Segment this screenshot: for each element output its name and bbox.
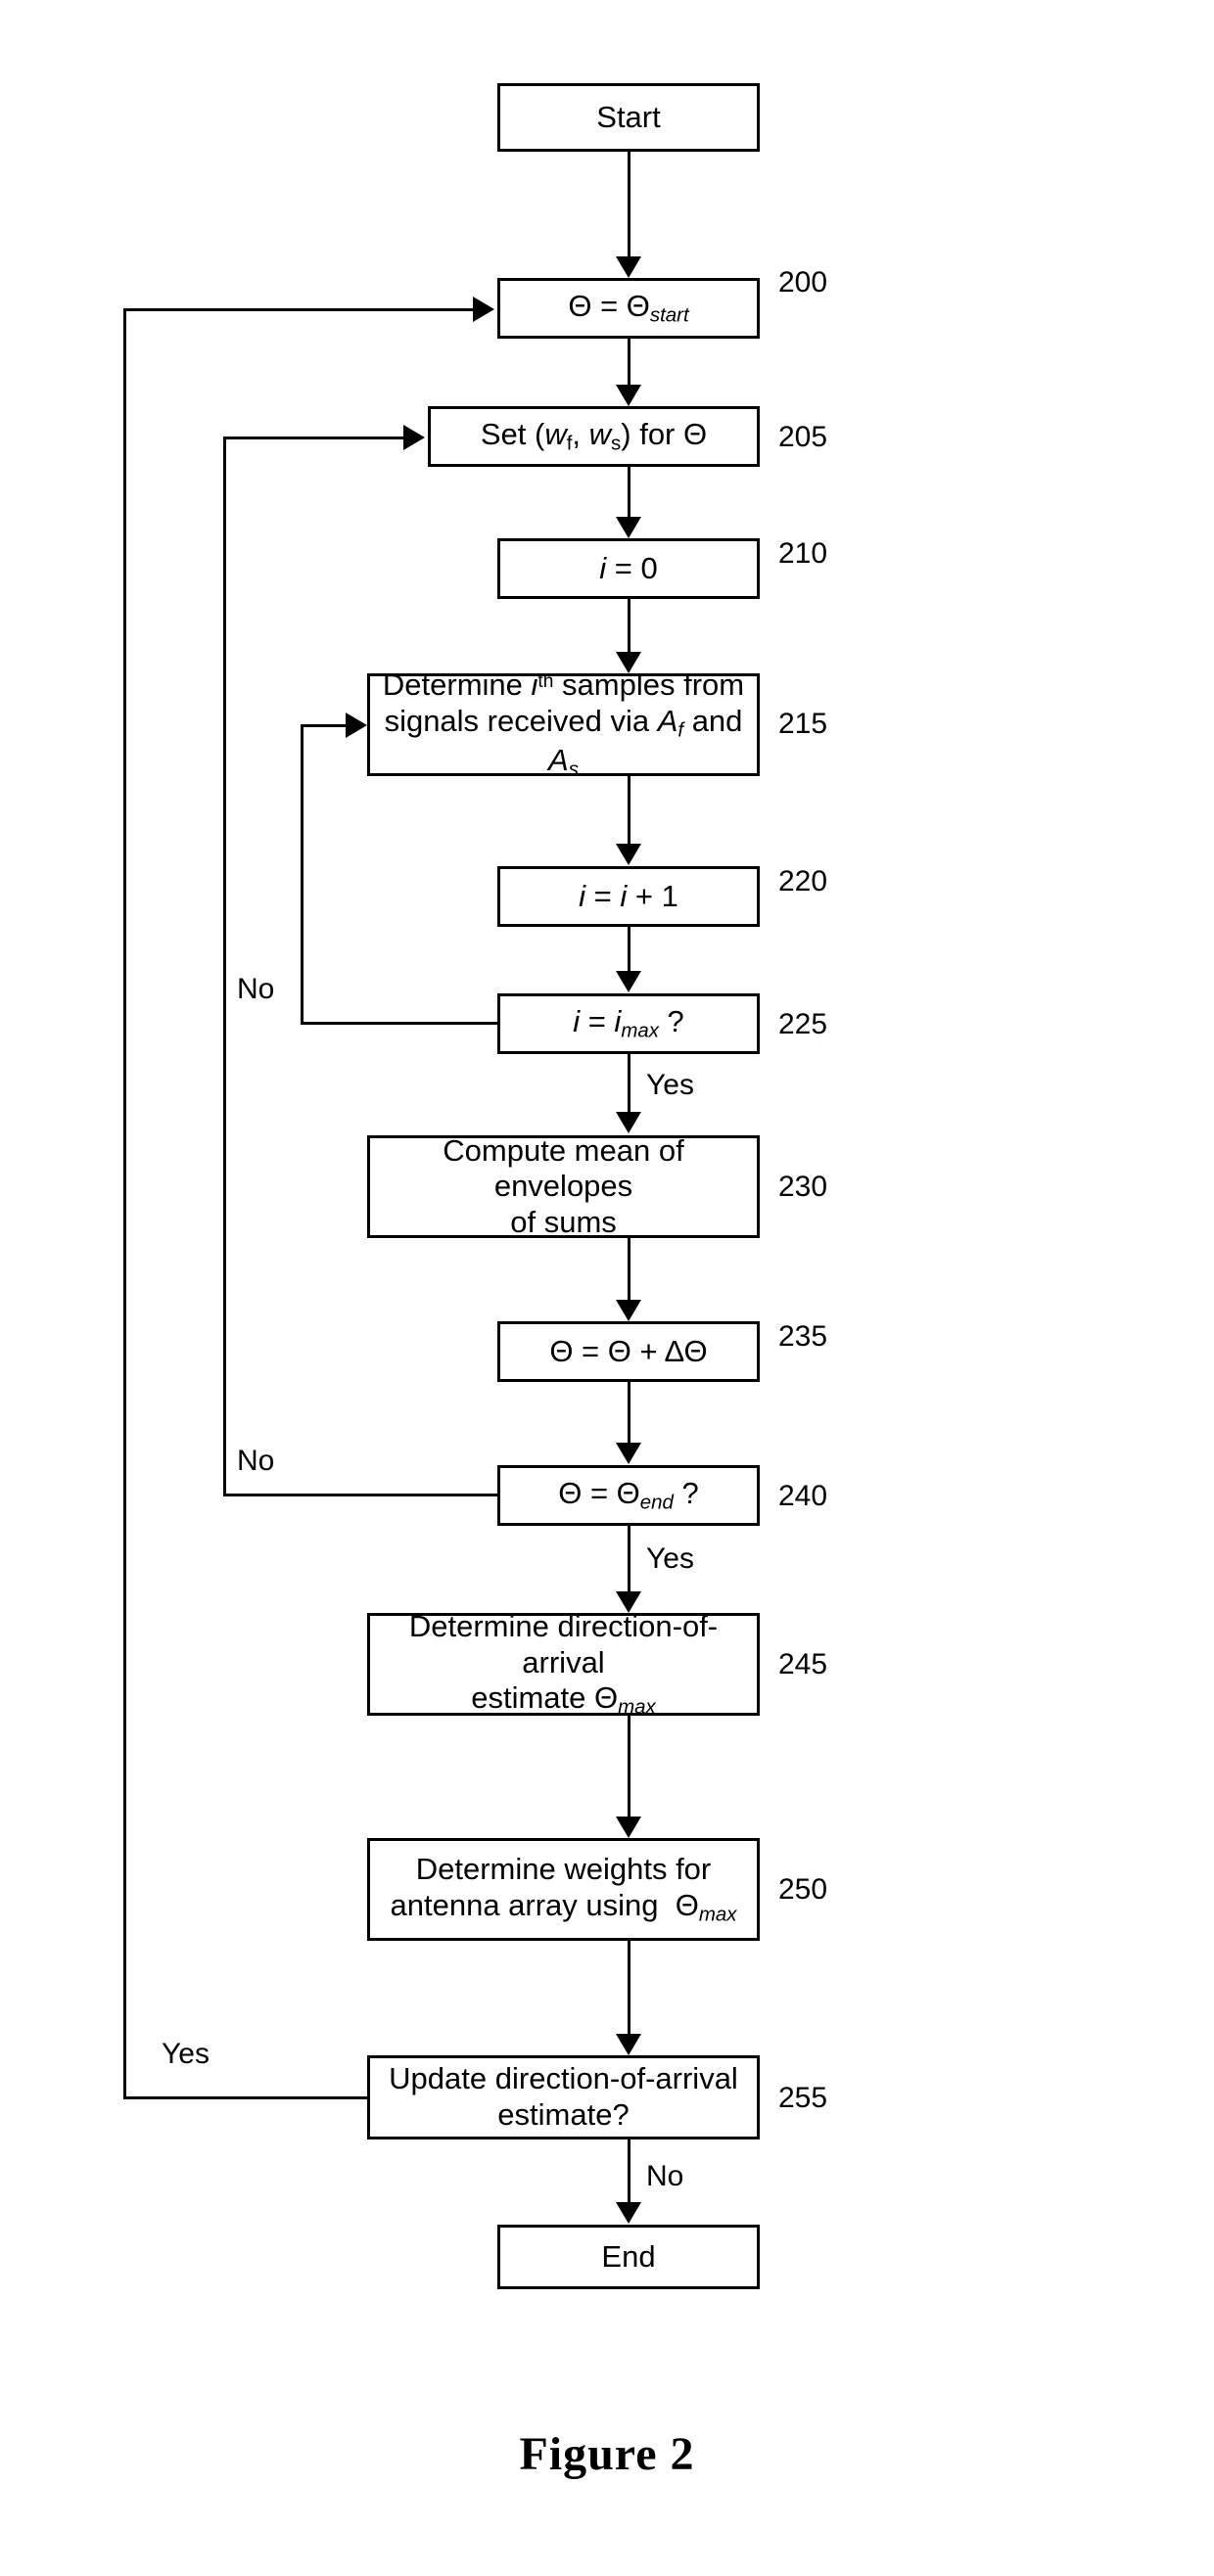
node-240-theta-end-decision: Θ = Θend ?	[497, 1465, 760, 1526]
connector-225-yes-to-230	[628, 1054, 630, 1113]
edge-label-no-225: No	[237, 973, 275, 1005]
connector-245-to-250	[628, 1716, 630, 1817]
arrowhead-215-to-220	[616, 844, 641, 865]
refnum-245: 245	[778, 1648, 828, 1680]
connector-start-to-200	[628, 152, 630, 257]
refnum-220: 220	[778, 865, 828, 897]
connector-255-yes-vertical	[123, 308, 126, 2099]
node-230-label: Compute mean of envelopes of sums	[443, 1132, 684, 1239]
refnum-230: 230	[778, 1171, 828, 1203]
node-215-determine-samples: Determine ith samples from signals receiv…	[367, 667, 760, 781]
node-245-label: Determine direction-of-arrival estimate Θ…	[408, 1609, 719, 1719]
node-205-label: Set (wf, ws) for Θ	[480, 417, 708, 455]
connector-225-no-horizontal	[301, 1022, 499, 1025]
connector-240-no-horizontal	[223, 1494, 499, 1496]
connector-225-no-into-215	[301, 724, 347, 727]
connector-255-yes-horizontal	[123, 2096, 369, 2099]
refnum-225: 225	[778, 1008, 828, 1040]
node-200-set-theta-start: Θ = Θstart	[497, 278, 760, 339]
arrowhead-255-yes-to-200	[473, 297, 494, 322]
edge-label-yes-255: Yes	[162, 2038, 210, 2070]
node-225-label: i = imax ?	[573, 1004, 684, 1042]
connector-225-no-vertical	[301, 724, 304, 1024]
node-235-increment-theta: Θ = Θ + ΔΘ	[497, 1321, 760, 1382]
connector-250-to-255	[628, 1941, 630, 2035]
connector-230-to-235	[628, 1238, 630, 1301]
refnum-240: 240	[778, 1480, 828, 1512]
connector-240-yes-to-245	[628, 1526, 630, 1592]
node-start-label: Start	[596, 99, 661, 134]
refnum-200: 200	[778, 266, 828, 299]
node-250-label: Determine weights for antenna array using…	[390, 1852, 737, 1926]
refnum-255: 255	[778, 2082, 828, 2114]
connector-210-to-215	[628, 599, 630, 653]
node-255-update-doa-decision: Update direction-of-arrival estimate?	[367, 2055, 760, 2139]
arrowhead-255-no-to-end	[616, 2202, 641, 2224]
connector-240-no-into-205	[223, 437, 404, 439]
arrowhead-200-to-205	[616, 385, 641, 406]
arrowhead-225-no-to-215	[346, 713, 367, 738]
edge-label-no-240: No	[237, 1445, 275, 1477]
node-245-determine-doa: Determine direction-of-arrival estimate Θ…	[367, 1609, 760, 1719]
node-255-label: Update direction-of-arrival estimate?	[389, 2061, 738, 2132]
node-205-set-weights: Set (wf, ws) for Θ	[428, 406, 760, 467]
arrowhead-start-to-200	[616, 256, 641, 278]
figure-caption: Figure 2	[519, 2428, 695, 2480]
node-220-label: i = i + 1	[579, 878, 678, 913]
node-240-label: Θ = Θend ?	[558, 1476, 699, 1514]
refnum-235: 235	[778, 1320, 828, 1353]
edge-label-yes-225: Yes	[646, 1069, 694, 1101]
arrowhead-210-to-215	[616, 652, 641, 673]
node-210-init-index: i = 0	[497, 538, 760, 599]
connector-220-to-225	[628, 927, 630, 972]
arrowhead-245-to-250	[616, 1817, 641, 1838]
connector-200-to-205	[628, 339, 630, 386]
refnum-210: 210	[778, 537, 828, 570]
connector-255-no-to-end	[628, 2139, 630, 2203]
arrowhead-220-to-225	[616, 971, 641, 992]
arrowhead-240-no-to-205	[403, 425, 425, 450]
connector-255-yes-into-200	[123, 308, 474, 311]
connector-215-to-220	[628, 776, 630, 845]
connector-240-no-vertical	[223, 437, 226, 1496]
refnum-250: 250	[778, 1873, 828, 1906]
node-210-label: i = 0	[599, 550, 658, 585]
arrowhead-230-to-235	[616, 1300, 641, 1321]
connector-235-to-240	[628, 1382, 630, 1444]
node-250-determine-weights: Determine weights for antenna array using…	[367, 1838, 760, 1941]
edge-label-no-255: No	[646, 2160, 684, 2192]
edge-label-yes-240: Yes	[646, 1542, 694, 1575]
connector-205-to-210	[628, 467, 630, 518]
arrowhead-205-to-210	[616, 517, 641, 538]
flowchart-figure: Start Θ = Θstart Set (wf, ws) for Θ i = …	[0, 0, 1214, 2576]
node-215-label: Determine ith samples from signals receiv…	[382, 667, 745, 781]
node-200-label: Θ = Θstart	[568, 289, 689, 327]
arrowhead-240-yes-to-245	[616, 1591, 641, 1613]
node-end: End	[497, 2225, 760, 2289]
node-230-compute-mean: Compute mean of envelopes of sums	[367, 1132, 760, 1239]
node-225-index-max-decision: i = imax ?	[497, 993, 760, 1054]
arrowhead-235-to-240	[616, 1443, 641, 1464]
arrowhead-250-to-255	[616, 2034, 641, 2055]
node-235-label: Θ = Θ + ΔΘ	[549, 1333, 708, 1368]
node-end-label: End	[601, 2238, 656, 2274]
node-start: Start	[497, 83, 760, 152]
refnum-205: 205	[778, 421, 828, 453]
node-220-increment-index: i = i + 1	[497, 866, 760, 927]
arrowhead-225-yes-to-230	[616, 1112, 641, 1133]
refnum-215: 215	[778, 708, 828, 740]
